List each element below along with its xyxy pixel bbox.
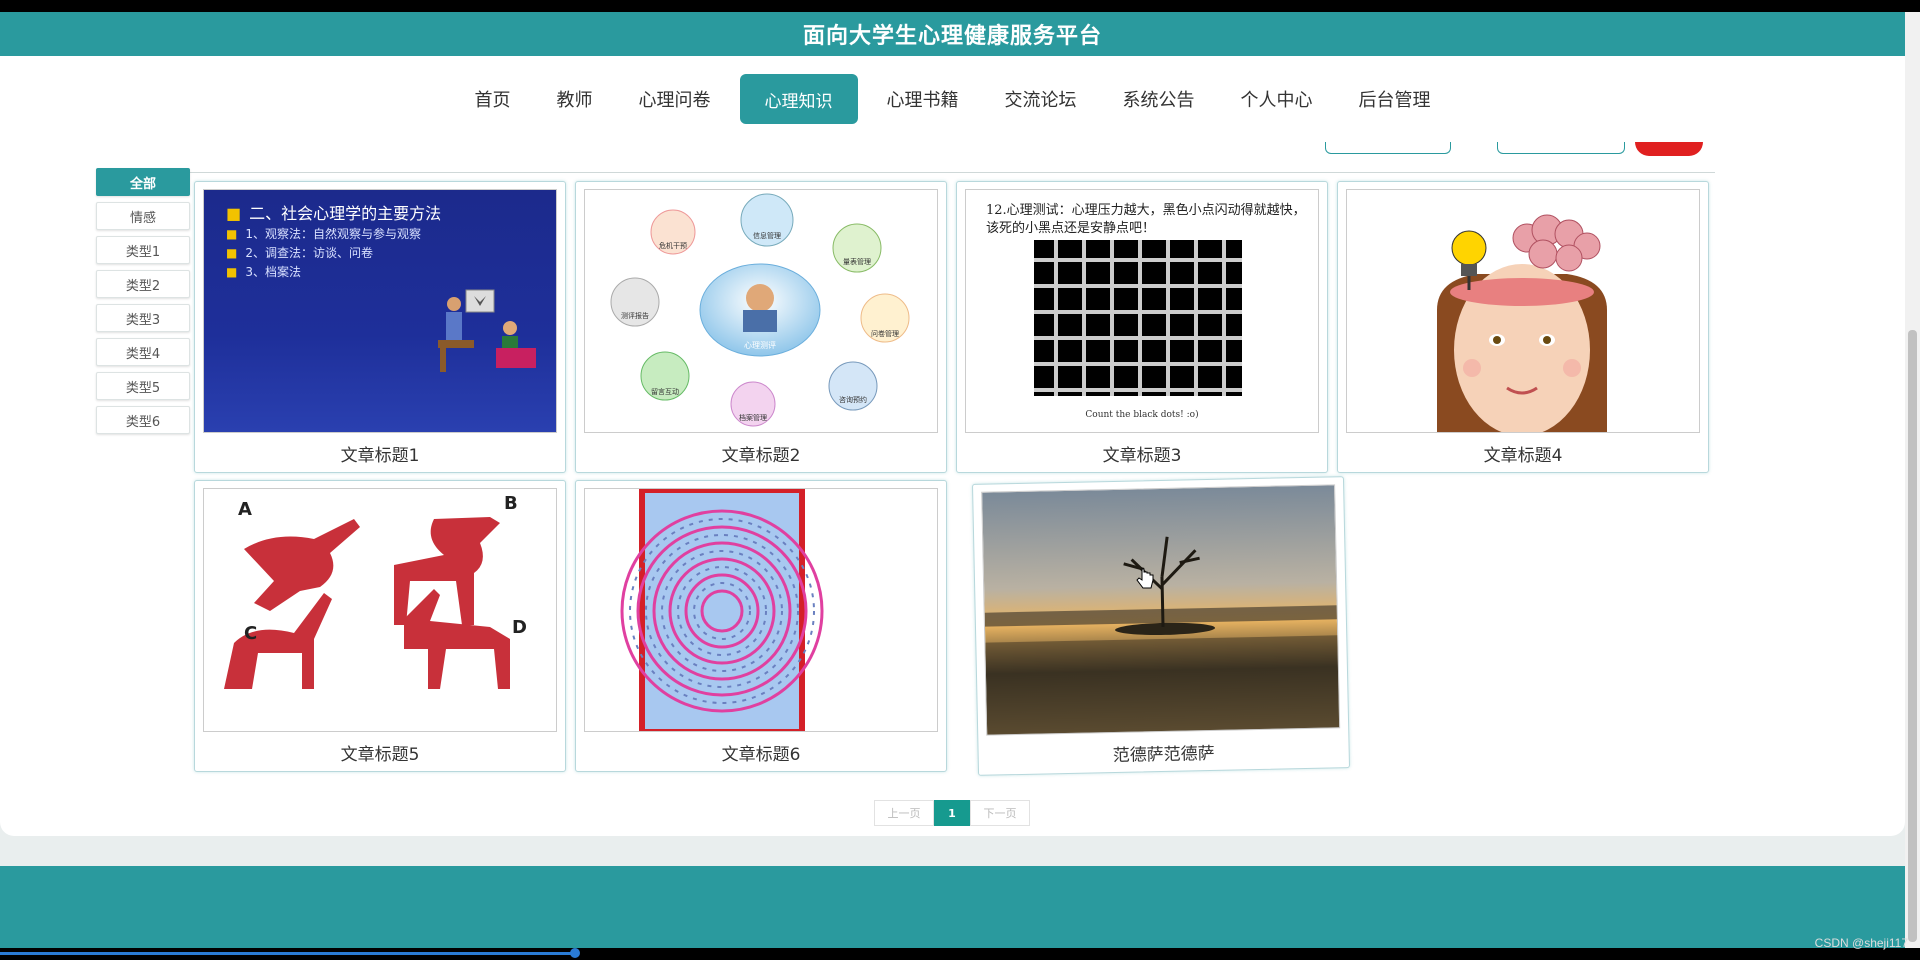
diagram-node: 留言互动 (651, 387, 679, 396)
nav-profile[interactable]: 个人中心 (1218, 74, 1336, 124)
category-sidebar: 全部 情感 类型1 类型2 类型3 类型4 类型5 类型6 (96, 168, 192, 440)
category-all[interactable]: 全部 (96, 168, 190, 196)
slide-line: 2、调查法：访谈、问卷 (245, 246, 373, 260)
pagination: 上一页 1 下一页 (874, 800, 1030, 826)
article-card[interactable]: A B C D 文章标题5 (194, 480, 566, 772)
category-type6[interactable]: 类型6 (96, 406, 190, 434)
puzzle-label: A (238, 499, 252, 520)
puzzle-label: B (504, 493, 518, 514)
article-title[interactable]: 文章标题5 (195, 737, 565, 767)
category-type2[interactable]: 类型2 (96, 270, 190, 298)
category-type3[interactable]: 类型3 (96, 304, 190, 332)
system-diagram: 心理测评 信息管理 危机干预 测评报告 留言互动 档案管理 咨询预约 问卷管理 … (610, 193, 910, 427)
article-card[interactable]: 文章标题6 (575, 480, 947, 772)
diagram-node: 测评报告 (621, 311, 649, 320)
nav-admin[interactable]: 后台管理 (1336, 74, 1454, 124)
divider (190, 172, 1715, 173)
article-thumbnail: 12.心理测试：心理压力越大，黑色小点闪动得就越快，该死的小黑点还是安静点吧！ (965, 189, 1319, 433)
article-card[interactable]: ■ 二、社会心理学的主要方法 ■ 1、观察法：自然观察与参与观察 ■ 2、调查法：访谈… (194, 181, 566, 473)
article-card[interactable]: 心理测评 信息管理 危机干预 测评报告 留言互动 档案管理 咨询预约 问卷管理 … (575, 181, 947, 473)
category-type5[interactable]: 类型5 (96, 372, 190, 400)
diagram-center-label: 心理测评 (744, 341, 776, 350)
browser-viewport: 面向大学生心理健康服务平台 首页 教师 心理问卷 心理知识 心理书籍 交流论坛 … (0, 12, 1905, 948)
article-thumbnail (584, 488, 938, 732)
article-title[interactable]: 文章标题6 (576, 737, 946, 767)
prev-page-button[interactable]: 上一页 (874, 800, 934, 826)
article-title[interactable]: 文章标题2 (576, 438, 946, 468)
slide-line: 3、档案法 (245, 265, 301, 279)
category-type4[interactable]: 类型4 (96, 338, 190, 366)
deer-puzzle-image: A B C D (224, 493, 527, 689)
grid-illusion-image (1034, 240, 1242, 396)
diagram-node: 信息管理 (753, 231, 781, 240)
puzzle-label: D (512, 617, 527, 638)
lake-tree-image (984, 536, 1341, 736)
search-input-secondary[interactable] (1497, 142, 1625, 154)
watermark: CSDN @sheji117 (1814, 936, 1908, 950)
girl-brain-illustration (1437, 214, 1607, 432)
article-thumbnail (981, 484, 1341, 736)
article-card[interactable]: 文章标题4 (1337, 181, 1709, 473)
article-title[interactable]: 文章标题1 (195, 438, 565, 468)
article-thumbnail (1346, 189, 1700, 433)
nav-forum[interactable]: 交流论坛 (982, 74, 1100, 124)
page-scrollbar[interactable] (1905, 12, 1920, 948)
article-thumbnail: ■ 二、社会心理学的主要方法 ■ 1、观察法：自然观察与参与观察 ■ 2、调查法：访谈… (203, 189, 557, 433)
search-button[interactable] (1635, 142, 1703, 156)
spiral-illusion-image (620, 489, 824, 731)
category-type1[interactable]: 类型1 (96, 236, 190, 264)
illusion-caption: 12.心理测试：心理压力越大，黑色小点闪动得就越快，该死的小黑点还是安静点吧！ (986, 203, 1306, 236)
next-page-button[interactable]: 下一页 (970, 800, 1030, 826)
nav-teachers[interactable]: 教师 (534, 74, 616, 124)
hand-cursor-icon (1136, 568, 1154, 589)
diagram-node: 量表管理 (843, 257, 871, 266)
slide-line: 1、观察法：自然观察与参与观察 (245, 227, 421, 241)
video-progress-handle[interactable] (570, 948, 580, 958)
slide-heading: 二、社会心理学的主要方法 (249, 204, 442, 223)
nav-home[interactable]: 首页 (452, 74, 534, 124)
search-input[interactable] (1325, 142, 1451, 154)
illusion-footer: Count the black dots! :o) (1085, 410, 1199, 420)
article-thumbnail: 心理测评 信息管理 危机干预 测评报告 留言互动 档案管理 咨询预约 问卷管理 … (584, 189, 938, 433)
diagram-node: 档案管理 (739, 413, 767, 422)
nav-knowledge[interactable]: 心理知识 (739, 74, 858, 124)
counseling-illustration (438, 289, 536, 372)
nav-questionnaire[interactable]: 心理问卷 (616, 74, 734, 124)
puzzle-label: C (244, 623, 257, 644)
diagram-node: 咨询预约 (839, 395, 867, 404)
diagram-node: 危机干预 (659, 241, 687, 250)
category-emotion[interactable]: 情感 (96, 202, 190, 230)
article-title[interactable]: 文章标题3 (957, 438, 1327, 468)
article-title[interactable]: 文章标题4 (1338, 438, 1708, 468)
article-title[interactable]: 范德萨范德萨 (978, 733, 1349, 771)
site-footer (0, 866, 1905, 948)
article-card[interactable]: 12.心理测试：心理压力越大，黑色小点闪动得就越快，该死的小黑点还是安静点吧！ (956, 181, 1328, 473)
nav-announcements[interactable]: 系统公告 (1100, 74, 1218, 124)
nav-books[interactable]: 心理书籍 (864, 74, 982, 124)
site-title: 面向大学生心理健康服务平台 (802, 24, 1102, 49)
main-content: 首页 教师 心理问卷 心理知识 心理书籍 交流论坛 系统公告 个人中心 后台管理… (0, 56, 1905, 836)
video-progress-bar[interactable] (0, 952, 575, 955)
diagram-node: 问卷管理 (871, 329, 899, 338)
scrollbar-thumb[interactable] (1908, 330, 1917, 942)
site-header: 面向大学生心理健康服务平台 (0, 12, 1905, 56)
top-nav: 首页 教师 心理问卷 心理知识 心理书籍 交流论坛 系统公告 个人中心 后台管理 (0, 74, 1905, 124)
page-1-button[interactable]: 1 (934, 800, 970, 826)
article-card[interactable]: 范德萨范德萨 (971, 476, 1351, 776)
article-thumbnail: A B C D (203, 488, 557, 732)
